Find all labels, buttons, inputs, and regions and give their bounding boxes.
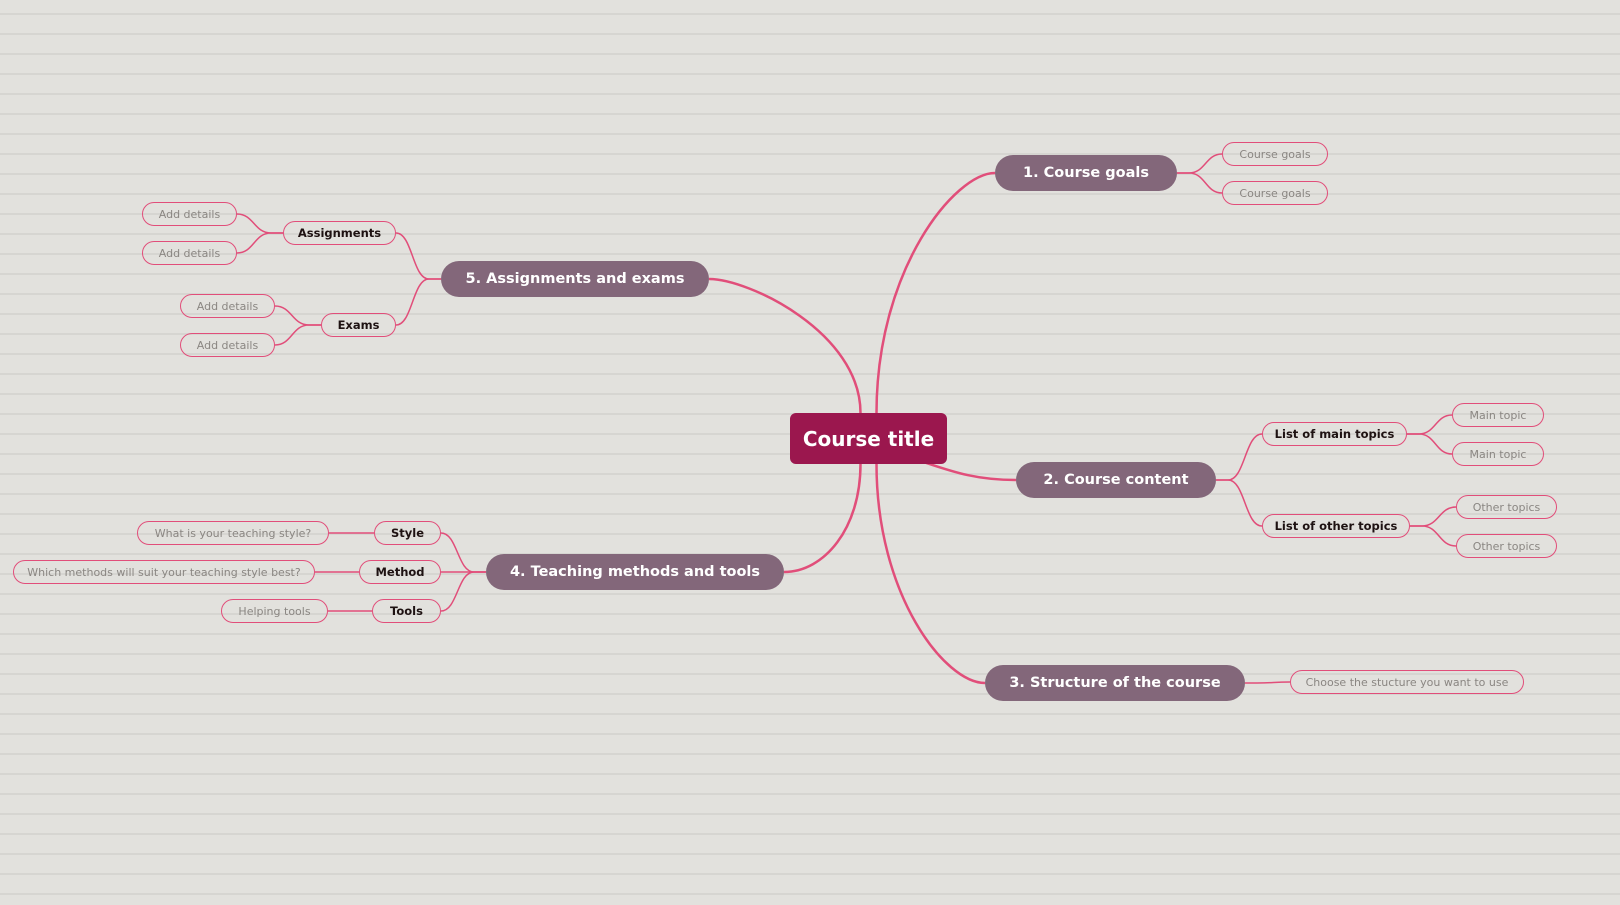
leaf-course-goals-2[interactable]: Course goals [1222, 181, 1328, 205]
connector-b2-0-1 [1407, 433, 1453, 455]
leaf-exams-details-2[interactable]: Add details [180, 333, 275, 357]
sub-assignments[interactable]: Assignments [283, 221, 396, 245]
leaf-other-topics-1[interactable]: Other topics [1456, 495, 1557, 519]
sub-tools[interactable]: Tools [372, 599, 441, 623]
root-node[interactable]: Course title [790, 413, 947, 464]
connector-b2-1 [1216, 479, 1263, 527]
connector-root-to-branch-2 [923, 460, 1017, 482]
leaf-main-topic-1[interactable]: Main topic [1452, 403, 1544, 427]
connector-root-to-branch-4 [783, 463, 862, 574]
branch-assignments-exams[interactable]: 5. Assignments and exams [441, 261, 709, 297]
leaf-assignments-details-2[interactable]: Add details [142, 241, 237, 265]
connector-root-to-branch-5 [708, 277, 862, 414]
connector-root-to-branch-1 [875, 171, 996, 414]
branch-teaching-methods-tools[interactable]: 4. Teaching methods and tools [486, 554, 784, 590]
connector-b4-2 [440, 571, 486, 612]
sub-exams[interactable]: Exams [321, 313, 396, 337]
connector-b1-1 [1177, 172, 1223, 194]
connector-b5-0 [395, 232, 441, 280]
connector-b5-0-1 [236, 232, 283, 254]
leaf-methods-question[interactable]: Which methods will suit your teaching st… [13, 560, 315, 584]
mindmap-canvas[interactable]: Course title 1. Course goals Course goal… [0, 0, 1620, 905]
connector-b2-1-0 [1410, 506, 1457, 527]
sub-list-of-main-topics[interactable]: List of main topics [1262, 422, 1407, 446]
connector-b5-0-0 [236, 213, 283, 234]
connector-b4-0 [440, 532, 486, 573]
connector-b1-0 [1177, 153, 1223, 174]
leaf-choose-structure[interactable]: Choose the stucture you want to use [1290, 670, 1524, 694]
sub-list-of-other-topics[interactable]: List of other topics [1262, 514, 1410, 538]
connector-b2-1-1 [1410, 525, 1457, 547]
connector-b5-1-1 [274, 324, 321, 346]
leaf-course-goals-1[interactable]: Course goals [1222, 142, 1328, 166]
connector-b2-0-0 [1407, 414, 1453, 435]
sub-style[interactable]: Style [374, 521, 441, 545]
connector-b5-1-0 [274, 305, 321, 326]
sub-method[interactable]: Method [359, 560, 441, 584]
branch-structure-of-course[interactable]: 3. Structure of the course [985, 665, 1245, 701]
leaf-exams-details-1[interactable]: Add details [180, 294, 275, 318]
connector-root-to-branch-3 [875, 463, 986, 685]
connector-b3-0 [1245, 681, 1291, 684]
branch-course-content[interactable]: 2. Course content [1016, 462, 1216, 498]
connector-b2-0 [1216, 433, 1263, 481]
leaf-helping-tools[interactable]: Helping tools [221, 599, 328, 623]
connector-b5-1 [395, 278, 441, 326]
leaf-main-topic-2[interactable]: Main topic [1452, 442, 1544, 466]
branch-course-goals[interactable]: 1. Course goals [995, 155, 1177, 191]
leaf-teaching-style-question[interactable]: What is your teaching style? [137, 521, 329, 545]
leaf-assignments-details-1[interactable]: Add details [142, 202, 237, 226]
leaf-other-topics-2[interactable]: Other topics [1456, 534, 1557, 558]
